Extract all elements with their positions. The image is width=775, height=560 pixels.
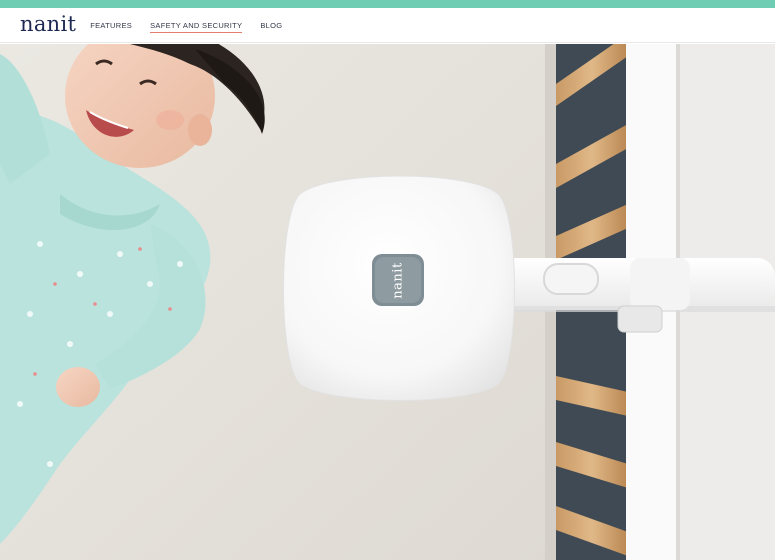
device-logo-text: nanit bbox=[390, 261, 406, 299]
top-accent-bar bbox=[0, 0, 775, 8]
site-header: nanit FEATURES SAFETY AND SECURITY BLOG bbox=[0, 8, 775, 43]
main-nav: FEATURES SAFETY AND SECURITY BLOG bbox=[90, 18, 300, 33]
nanit-logo[interactable]: nanit bbox=[20, 13, 76, 35]
nav-link-safety-and-security[interactable]: SAFETY AND SECURITY bbox=[150, 18, 243, 33]
nav-link-features[interactable]: FEATURES bbox=[90, 18, 132, 33]
nav-link-blog[interactable]: BLOG bbox=[260, 18, 282, 33]
device-logo-badge: nanit bbox=[372, 254, 424, 306]
hero-image: nanit bbox=[0, 44, 775, 560]
